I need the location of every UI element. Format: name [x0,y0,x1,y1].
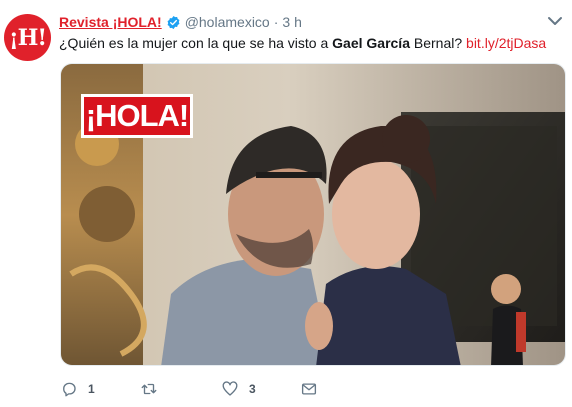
hola-logo-badge: ¡HOLA! [81,94,193,138]
chevron-down-icon[interactable] [546,14,564,28]
tweet-text-bold: Gael García [332,35,410,51]
retweet-icon [141,383,157,395]
tweet-text-part: ¿Quién es la mujer con la que se ha vist… [59,35,333,51]
tweet-text-part: Bernal? [409,35,467,51]
reply-count: 1 [88,382,95,396]
tweet-link[interactable]: bit.ly/2tjDasa [466,35,546,51]
envelope-icon [301,383,317,395]
reply-icon [63,382,76,397]
tweet-actions: 1 3 [60,378,460,400]
reply-button[interactable]: 1 [60,378,95,400]
heart-icon [222,381,238,396]
tweet-text: ¿Quién es la mujer con la que se ha vist… [59,34,546,52]
tweet-photo[interactable]: ¡HOLA! [60,63,566,366]
hola-logo-text: ¡HOLA! [84,97,190,135]
like-count: 3 [249,382,256,396]
timestamp-link[interactable]: 3 h [282,14,301,30]
avatar[interactable]: ¡H! [4,14,51,61]
like-button[interactable]: 3 [221,378,256,400]
verified-badge-icon [167,15,180,29]
direct-message-button[interactable] [300,378,318,400]
retweet-button[interactable] [140,378,168,400]
display-name-link[interactable]: Revista ¡HOLA! [59,14,162,30]
handle[interactable]: @holamexico [185,14,270,30]
tweet-header: Revista ¡HOLA! @holamexico · 3 h [59,12,302,32]
separator-dot: · [273,14,279,30]
tweet-card[interactable]: ¡H! Revista ¡HOLA! @holamexico · 3 h ¿Qu… [0,0,572,407]
